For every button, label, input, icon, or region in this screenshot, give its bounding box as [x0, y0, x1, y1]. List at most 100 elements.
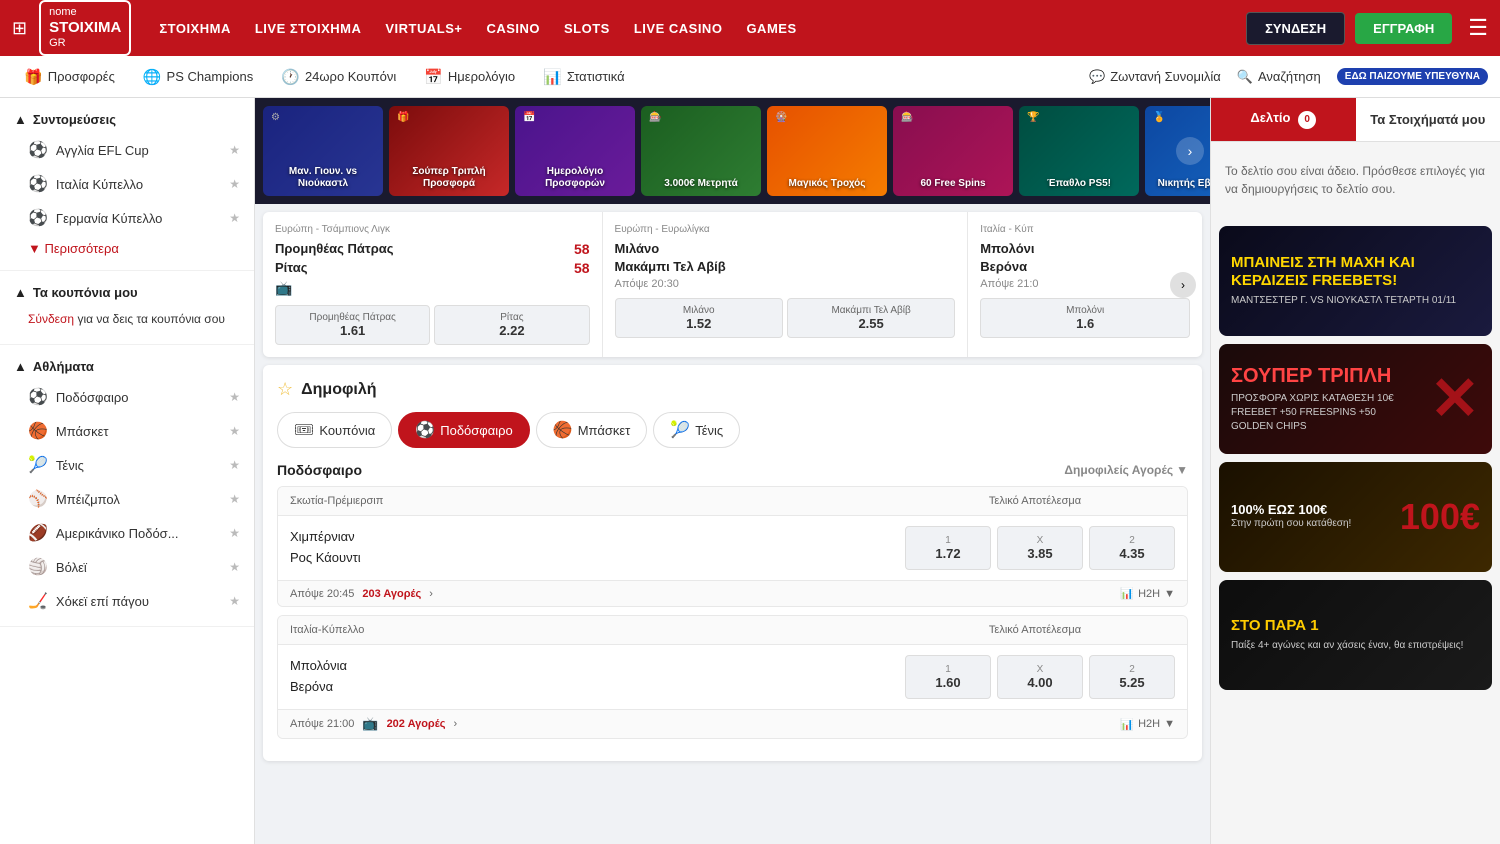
nav-links: ΣΤΟΙΧΗΜΑ LIVE ΣΤΟΙΧΗΜΑ VIRTUALS+ CASINO … — [159, 21, 1238, 36]
promo-content-1: ΜΠΑΙΝΕΙΣ ΣΤΗ ΜΑΧΗ ΚΑΙ ΚΕΡΔΙΖΕΙΣ FREEBETS… — [1219, 226, 1492, 336]
betslip-tab[interactable]: Δελτίο 0 — [1211, 98, 1356, 141]
nav-live-stoixima[interactable]: LIVE ΣΤΟΙΧΗΜΑ — [255, 21, 362, 36]
sidebar-item-american-football[interactable]: 🏈 Αμερικάνικο Ποδόσ... ★ — [0, 516, 254, 550]
odds-milan[interactable]: Μιλάνο 1.52 — [615, 298, 783, 338]
clock-icon: 🕐 — [281, 68, 300, 86]
chevron-up-icon: ▲ — [14, 112, 27, 127]
nav-live-casino[interactable]: LIVE CASINO — [634, 21, 723, 36]
odds-2-btn[interactable]: 2 4.35 — [1089, 526, 1175, 570]
odds-match3-team1[interactable]: Μπολόνι 1.6 — [980, 298, 1190, 338]
football-icon: ⚽ — [28, 387, 48, 407]
nav-slots[interactable]: SLOTS — [564, 21, 610, 36]
sidebar-item-italy-cup[interactable]: ⚽ Ιταλία Κύπελλο ★ — [0, 167, 254, 201]
tab-basketball[interactable]: 🏀 Μπάσκετ — [536, 412, 648, 448]
banners-next-button[interactable]: › — [1176, 137, 1204, 165]
odds-1-btn-2[interactable]: 1 1.60 — [905, 655, 991, 699]
register-button[interactable]: ΕΓΓΡΑΦΗ — [1355, 13, 1452, 44]
sports-header[interactable]: ▲ Αθλήματα — [0, 353, 254, 380]
site-logo[interactable]: nomeSTOIXIMAGR — [39, 0, 131, 56]
shortcuts-header[interactable]: ▲ Συντομεύσεις — [0, 106, 254, 133]
promo-ps-champions[interactable]: ΜΠΑΙΝΕΙΣ ΣΤΗ ΜΑΧΗ ΚΑΙ ΚΕΡΔΙΖΕΙΣ FREEBETS… — [1219, 226, 1492, 336]
coupons-signin-prompt: Σύνδεση για να δεις τα κουπόνια σου — [0, 306, 254, 336]
my-bets-tab[interactable]: Τα Στοιχήματά μου — [1356, 100, 1500, 139]
tab-coupons[interactable]: 🎟 Κουπόνια — [277, 412, 392, 448]
grid-icon[interactable]: ⊞ — [12, 18, 27, 39]
match-row-bologna: Ιταλία-Κύπελλο Τελικό Αποτέλεσμα Μπολόνι… — [277, 615, 1188, 739]
odds-maccabi[interactable]: Μακάμπι Τελ Αβίβ 2.55 — [787, 298, 955, 338]
responsible-gaming-badge[interactable]: ΕΔΩ ΠΑΙΖΟΥΜΕ ΥΠΕΥΘΥΝΑ — [1337, 68, 1488, 85]
bar-chart-icon: 📊 — [1120, 587, 1134, 600]
match1-team2: Ρίτας 58 — [275, 260, 590, 276]
live-chat-button[interactable]: 💬 Ζωντανή Συνομιλία — [1089, 69, 1221, 85]
banner-cash[interactable]: 🎰 3.000€ Μετρητά — [641, 106, 761, 196]
banner-ps5[interactable]: 🏆 Έπαθλο PS5! — [1019, 106, 1139, 196]
h2h-button-2[interactable]: 📊 H2H ▼ — [1120, 718, 1175, 731]
match-row-2-header: Ιταλία-Κύπελλο Τελικό Αποτέλεσμα — [278, 616, 1187, 645]
odds-team2[interactable]: Ρίτας 2.22 — [434, 305, 589, 345]
nav-games[interactable]: GAMES — [746, 21, 796, 36]
sidebar-item-basketball[interactable]: 🏀 Μπάσκετ ★ — [0, 414, 254, 448]
signin-link[interactable]: Σύνδεση — [28, 312, 74, 326]
sidebar-item-tennis[interactable]: 🎾 Τένις ★ — [0, 448, 254, 482]
chevron-down-icon: ▼ — [1164, 588, 1175, 600]
shortcuts-section: ▲ Συντομεύσεις ⚽ Αγγλία EFL Cup ★ ⚽ Ιταλ… — [0, 98, 254, 271]
banner-free-spins[interactable]: 🎰 60 Free Spins — [893, 106, 1013, 196]
sidebar-item-ice-hockey[interactable]: 🏒 Χόκεϊ επί πάγου ★ — [0, 584, 254, 618]
match-row-1-body: Χιμπέρνιαν Ρος Κάουντι 1 1.72 X 3.85 — [278, 516, 1187, 580]
markets-count-1[interactable]: 203 Αγορές — [362, 588, 421, 600]
match-row-2-body: Μπολόνια Βερόνα 1 1.60 X 4.00 2 — [278, 645, 1187, 709]
live-matches-row: Ευρώπη - Τσάμπιονς Λιγκ Προμηθέας Πάτρας… — [263, 212, 1202, 357]
match-row-1-footer: Απόψε 20:45 203 Αγορές › 📊 H2H ▼ — [278, 580, 1187, 606]
live-match-champions: Ευρώπη - Τσάμπιονς Λιγκ Προμηθέας Πάτρας… — [263, 212, 603, 357]
sport-label: Ποδόσφαιρο Δημοφιλείς Αγορές ▼ — [277, 462, 1188, 478]
betslip-badge: 0 — [1298, 111, 1316, 129]
more-shortcuts-link[interactable]: ▼ Περισσότερα — [0, 235, 254, 262]
sec-nav-calendar[interactable]: 📅 Ημερολόγιο — [412, 64, 527, 90]
nav-stoixima[interactable]: ΣΤΟΙΧΗΜΑ — [159, 21, 231, 36]
sidebar-item-baseball[interactable]: ⚾ Μπέιζμπολ ★ — [0, 482, 254, 516]
banner-ps-champions[interactable]: ⚙ Μαν. Γιουν. vs Νιούκαστλ — [263, 106, 383, 196]
american-football-icon: 🏈 — [28, 523, 48, 543]
sec-nav-statistics[interactable]: 📊 Στατιστικά — [531, 64, 637, 90]
odds-x-btn-2[interactable]: X 4.00 — [997, 655, 1083, 699]
banner-super-triple[interactable]: 🎁 Σούπερ Τριπλή Προσφορά — [389, 106, 509, 196]
search-button[interactable]: 🔍 Αναζήτηση — [1237, 69, 1321, 85]
markets-count-2[interactable]: 202 Αγορές — [387, 718, 446, 730]
tab-tennis[interactable]: 🎾 Τένις — [653, 412, 740, 448]
banner-magic-wheel[interactable]: 🎡 Μαγικός Τροχός — [767, 106, 887, 196]
nav-casino[interactable]: CASINO — [486, 21, 540, 36]
odds-1-btn[interactable]: 1 1.72 — [905, 526, 991, 570]
basketball-icon: 🏀 — [28, 421, 48, 441]
sidebar-item-football[interactable]: ⚽ Ποδόσφαιρο ★ — [0, 380, 254, 414]
h2h-button-1[interactable]: 📊 H2H ▼ — [1120, 587, 1175, 600]
banner-calendar[interactable]: 📅 Ημερολόγιο Προσφορών — [515, 106, 635, 196]
odds-2-btn-2[interactable]: 2 5.25 — [1089, 655, 1175, 699]
nav-virtuals[interactable]: VIRTUALS+ — [385, 21, 462, 36]
sidebar-item-efl-cup[interactable]: ⚽ Αγγλία EFL Cup ★ — [0, 133, 254, 167]
odds-team1[interactable]: Προμηθέας Πάτρας 1.61 — [275, 305, 430, 345]
sec-nav-offers[interactable]: 🎁 Προσφορές — [12, 64, 127, 90]
sidebar-item-volleyball[interactable]: 🏐 Βόλεϊ ★ — [0, 550, 254, 584]
star-icon: ★ — [229, 594, 240, 608]
promo-100-percent[interactable]: 100% ΕΩΣ 100€ Στην πρώτη σου κατάθεση! 1… — [1219, 462, 1492, 572]
match-teams-2: Μπολόνια Βερόνα — [290, 656, 490, 698]
stats-icon: 📊 — [543, 68, 562, 86]
sec-nav-24h-coupon[interactable]: 🕐 24ωρο Κουπόνι — [269, 64, 408, 90]
promo-para-1[interactable]: ΣΤΟ ΠΑΡΑ 1 Παίξε 4+ αγώνες και αν χάσεις… — [1219, 580, 1492, 690]
hamburger-icon[interactable]: ☰ — [1468, 15, 1488, 41]
tab-football[interactable]: ⚽ Ποδόσφαιρο — [398, 412, 530, 448]
popular-section: ☆ Δημοφιλή 🎟 Κουπόνια ⚽ Ποδόσφαιρο 🏀 Μπά… — [263, 365, 1202, 761]
search-icon: 🔍 — [1237, 69, 1253, 85]
live-matches-next-button[interactable]: › — [1170, 272, 1196, 298]
signin-button[interactable]: ΣΥΝΔΕΣΗ — [1246, 12, 1345, 45]
my-coupons-header[interactable]: ▲ Τα κουπόνια μου — [0, 279, 254, 306]
popular-tabs: 🎟 Κουπόνια ⚽ Ποδόσφαιρο 🏀 Μπάσκετ 🎾 Τένι… — [277, 412, 1188, 448]
promo-super-triple[interactable]: ΣΟΥΠΕΡ ΤΡΙΠΛΗ ΠΡΟΣΦΟΡΑ ΧΩΡΙΣ ΚΑΤΑΘΕΣΗ 10… — [1219, 344, 1492, 454]
right-panel: Δελτίο 0 Τα Στοιχήματά μου Το δελτίο σου… — [1210, 98, 1500, 844]
gift-icon: 🎁 — [24, 68, 43, 86]
globe-icon: 🌐 — [143, 68, 162, 86]
sidebar-item-germany-cup[interactable]: ⚽ Γερμανία Κύπελλο ★ — [0, 201, 254, 235]
sec-nav-ps-champions[interactable]: 🌐 PS Champions — [131, 64, 265, 90]
odds-x-btn[interactable]: X 3.85 — [997, 526, 1083, 570]
popular-markets-dropdown[interactable]: Δημοφιλείς Αγορές ▼ — [1064, 463, 1188, 477]
